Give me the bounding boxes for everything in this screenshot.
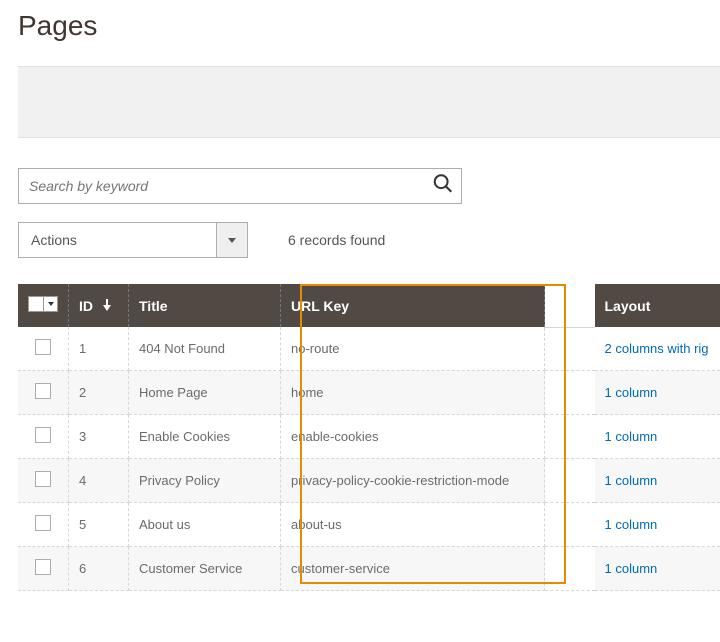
table-row[interactable]: 2Home Pagehome 1 column xyxy=(18,371,720,415)
column-gap xyxy=(545,284,595,327)
search-wrap xyxy=(18,168,462,204)
search-input[interactable] xyxy=(18,168,462,204)
table-row[interactable]: 1404 Not Foundno-route 2 columns with rig xyxy=(18,327,720,371)
row-checkbox[interactable] xyxy=(35,383,51,399)
cell-urlkey: customer-service xyxy=(281,547,545,591)
column-label: URL Key xyxy=(291,298,349,314)
cell-urlkey: privacy-policy-cookie-restriction-mode xyxy=(281,459,545,503)
cell-id: 1 xyxy=(69,327,129,371)
cell-layout: 1 column xyxy=(595,415,720,459)
cell-urlkey: no-route xyxy=(281,327,545,371)
cell-gap xyxy=(545,371,595,415)
cell-id: 5 xyxy=(69,503,129,547)
table-row[interactable]: 3Enable Cookiesenable-cookies 1 column xyxy=(18,415,720,459)
table-row[interactable]: 5About usabout-us 1 column xyxy=(18,503,720,547)
column-label: ID xyxy=(79,298,93,314)
column-header-id[interactable]: ID xyxy=(69,284,129,327)
cell-title: Privacy Policy xyxy=(129,459,281,503)
cell-title: 404 Not Found xyxy=(129,327,281,371)
row-checkbox[interactable] xyxy=(35,339,51,355)
cell-id: 2 xyxy=(69,371,129,415)
cell-title: Enable Cookies xyxy=(129,415,281,459)
cell-gap xyxy=(545,327,595,371)
table-row[interactable]: 4Privacy Policyprivacy-policy-cookie-res… xyxy=(18,459,720,503)
cell-urlkey: about-us xyxy=(281,503,545,547)
cell-layout: 1 column xyxy=(595,503,720,547)
toolbar-band xyxy=(18,66,720,138)
column-header-layout[interactable]: Layout xyxy=(595,284,720,327)
cell-id: 3 xyxy=(69,415,129,459)
cell-layout: 1 column xyxy=(595,547,720,591)
row-checkbox[interactable] xyxy=(35,515,51,531)
column-header-urlkey[interactable]: URL Key xyxy=(281,284,545,327)
table-row[interactable]: 6Customer Servicecustomer-service 1 colum… xyxy=(18,547,720,591)
row-checkbox[interactable] xyxy=(35,427,51,443)
column-header-title[interactable]: Title xyxy=(129,284,281,327)
cell-id: 4 xyxy=(69,459,129,503)
actions-label: Actions xyxy=(18,222,216,258)
cell-title: Home Page xyxy=(129,371,281,415)
page-title: Pages xyxy=(18,10,720,42)
select-all-dropdown[interactable] xyxy=(44,296,58,312)
select-all-checkbox[interactable] xyxy=(28,296,44,312)
column-label: Title xyxy=(139,298,168,314)
cell-gap xyxy=(545,415,595,459)
column-label: Layout xyxy=(605,298,651,314)
row-checkbox[interactable] xyxy=(35,471,51,487)
column-header-select[interactable] xyxy=(18,284,69,327)
chevron-down-icon xyxy=(48,302,54,306)
cell-urlkey: enable-cookies xyxy=(281,415,545,459)
row-checkbox[interactable] xyxy=(35,559,51,575)
cell-layout: 1 column xyxy=(595,459,720,503)
cell-title: Customer Service xyxy=(129,547,281,591)
records-count: 6 records found xyxy=(288,232,385,248)
chevron-down-icon xyxy=(228,238,236,243)
actions-dropdown[interactable]: Actions xyxy=(18,222,248,258)
cell-gap xyxy=(545,503,595,547)
cell-layout: 1 column xyxy=(595,371,720,415)
cell-layout: 2 columns with rig xyxy=(595,327,720,371)
cell-id: 6 xyxy=(69,547,129,591)
search-icon[interactable] xyxy=(432,173,454,200)
cell-urlkey: home xyxy=(281,371,545,415)
pages-grid: ID Title URL Key Layout xyxy=(18,284,720,591)
sort-arrow-down-icon xyxy=(103,298,111,314)
cell-gap xyxy=(545,547,595,591)
actions-caret[interactable] xyxy=(216,222,248,258)
cell-title: About us xyxy=(129,503,281,547)
cell-gap xyxy=(545,459,595,503)
